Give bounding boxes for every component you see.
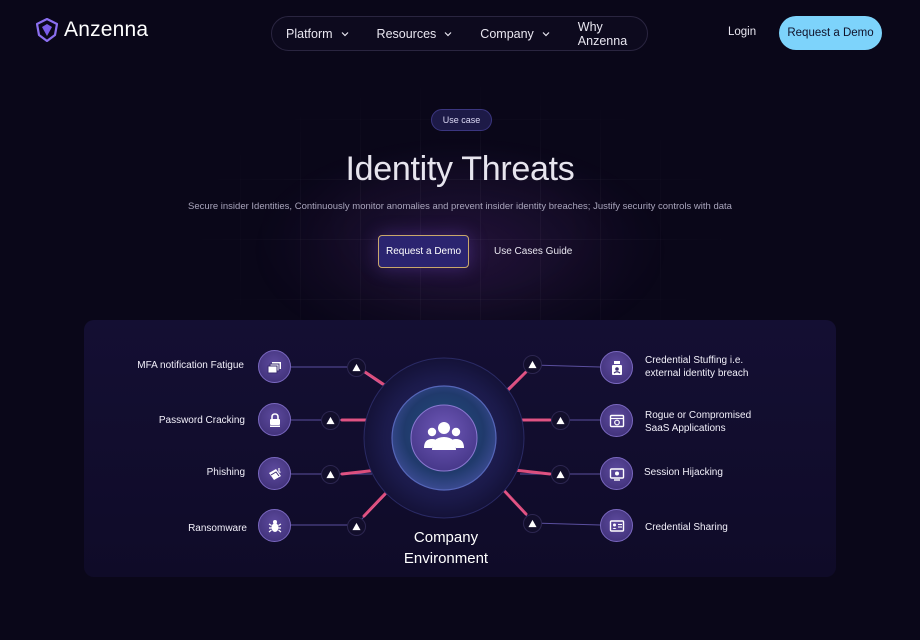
warning-triangle-icon bbox=[326, 416, 335, 425]
threat-label-line: Session Hijacking bbox=[644, 467, 723, 478]
threat-node-credential-stuffing bbox=[600, 351, 633, 384]
nav-item-label: Company bbox=[480, 26, 534, 41]
id-badge-icon bbox=[611, 360, 622, 375]
threat-label-credential-sharing: Credential Sharing bbox=[645, 521, 785, 534]
threat-label-ransomware: Ransomware bbox=[188, 523, 247, 534]
nav-item-resources[interactable]: Resources bbox=[377, 27, 453, 41]
page-title: Identity Threats bbox=[345, 150, 575, 188]
threat-node-mfa-fatigue bbox=[258, 350, 291, 383]
threat-label-phishing: Phishing bbox=[206, 467, 245, 478]
center-label-line: Company bbox=[413, 529, 479, 546]
warning-triangle-icon bbox=[326, 470, 335, 479]
warning-marker bbox=[347, 517, 366, 536]
threat-label-mfa-fatigue: MFA notification Fatigue bbox=[137, 360, 244, 371]
warning-marker bbox=[523, 514, 542, 533]
main-nav: Platform Resources Company Why Anzenna bbox=[271, 16, 648, 51]
warning-triangle-icon bbox=[352, 363, 361, 372]
chevron-down-icon bbox=[341, 31, 348, 36]
brand-logo[interactable]: Anzenna bbox=[36, 18, 148, 42]
warning-triangle-icon bbox=[528, 360, 537, 369]
nav-item-label: Why Anzenna bbox=[577, 19, 628, 48]
warning-triangle-icon bbox=[352, 522, 361, 531]
warning-marker bbox=[347, 358, 366, 377]
warning-marker bbox=[523, 355, 542, 374]
monitor-icon bbox=[609, 467, 624, 481]
id-card-icon bbox=[609, 519, 624, 532]
warning-marker bbox=[321, 465, 340, 484]
bug-icon bbox=[268, 519, 281, 532]
warning-triangle-icon bbox=[556, 416, 565, 425]
use-case-badge: Use case bbox=[431, 109, 492, 131]
warning-marker bbox=[551, 411, 570, 430]
threat-node-phishing bbox=[258, 457, 291, 490]
threat-label-session-hijacking: Session Hijacking bbox=[644, 466, 784, 479]
request-demo-button[interactable]: Request a Demo bbox=[779, 16, 882, 50]
threat-label-line: Credential Stuffing i.e. bbox=[645, 355, 744, 366]
nav-item-company[interactable]: Company bbox=[480, 27, 550, 41]
threat-node-rogue-saas bbox=[600, 404, 633, 437]
threat-label-line: SaaS Applications bbox=[645, 423, 726, 434]
app-window-icon bbox=[609, 414, 624, 427]
nav-item-label: Resources bbox=[376, 26, 437, 41]
lock-icon bbox=[269, 412, 280, 427]
threat-node-ransomware bbox=[258, 509, 291, 542]
center-label-line: Environment bbox=[403, 550, 489, 567]
use-cases-guide-link[interactable]: Use Cases Guide bbox=[494, 246, 572, 257]
warning-marker bbox=[321, 411, 340, 430]
chevron-down-icon bbox=[444, 31, 452, 36]
login-link[interactable]: Login bbox=[728, 26, 756, 38]
page-subtitle: Secure insider Identities, Continuously … bbox=[188, 201, 732, 212]
nav-item-why-anzenna[interactable]: Why Anzenna bbox=[578, 20, 647, 48]
threat-node-password-cracking bbox=[258, 403, 291, 436]
hook-envelope-icon bbox=[268, 467, 281, 480]
stacked-cards-icon bbox=[267, 361, 281, 373]
threat-node-credential-sharing bbox=[600, 509, 633, 542]
threat-label-password-cracking: Password Cracking bbox=[158, 415, 245, 426]
threat-node-session-hijacking bbox=[600, 457, 633, 490]
threat-label-line: Credential Sharing bbox=[645, 522, 728, 533]
threat-label-rogue-saas: Rogue or Compromised SaaS Applications bbox=[645, 409, 785, 435]
threat-label-credential-stuffing: Credential Stuffing i.e. external identi… bbox=[645, 354, 785, 380]
anzenna-logo-icon bbox=[36, 18, 58, 42]
warning-triangle-icon bbox=[528, 519, 537, 528]
threat-label-line: external identity breach bbox=[645, 368, 749, 379]
chevron-down-icon bbox=[542, 31, 550, 36]
nav-item-label: Platform bbox=[286, 26, 333, 41]
hero-request-demo-button[interactable]: Request a Demo bbox=[378, 235, 469, 268]
threat-label-line: Rogue or Compromised bbox=[645, 410, 752, 421]
brand-name: Anzenna bbox=[64, 18, 149, 41]
warning-triangle-icon bbox=[556, 470, 565, 479]
company-environment-label: Company Environment bbox=[386, 527, 506, 569]
warning-marker bbox=[551, 465, 570, 484]
nav-item-platform[interactable]: Platform bbox=[286, 27, 349, 41]
